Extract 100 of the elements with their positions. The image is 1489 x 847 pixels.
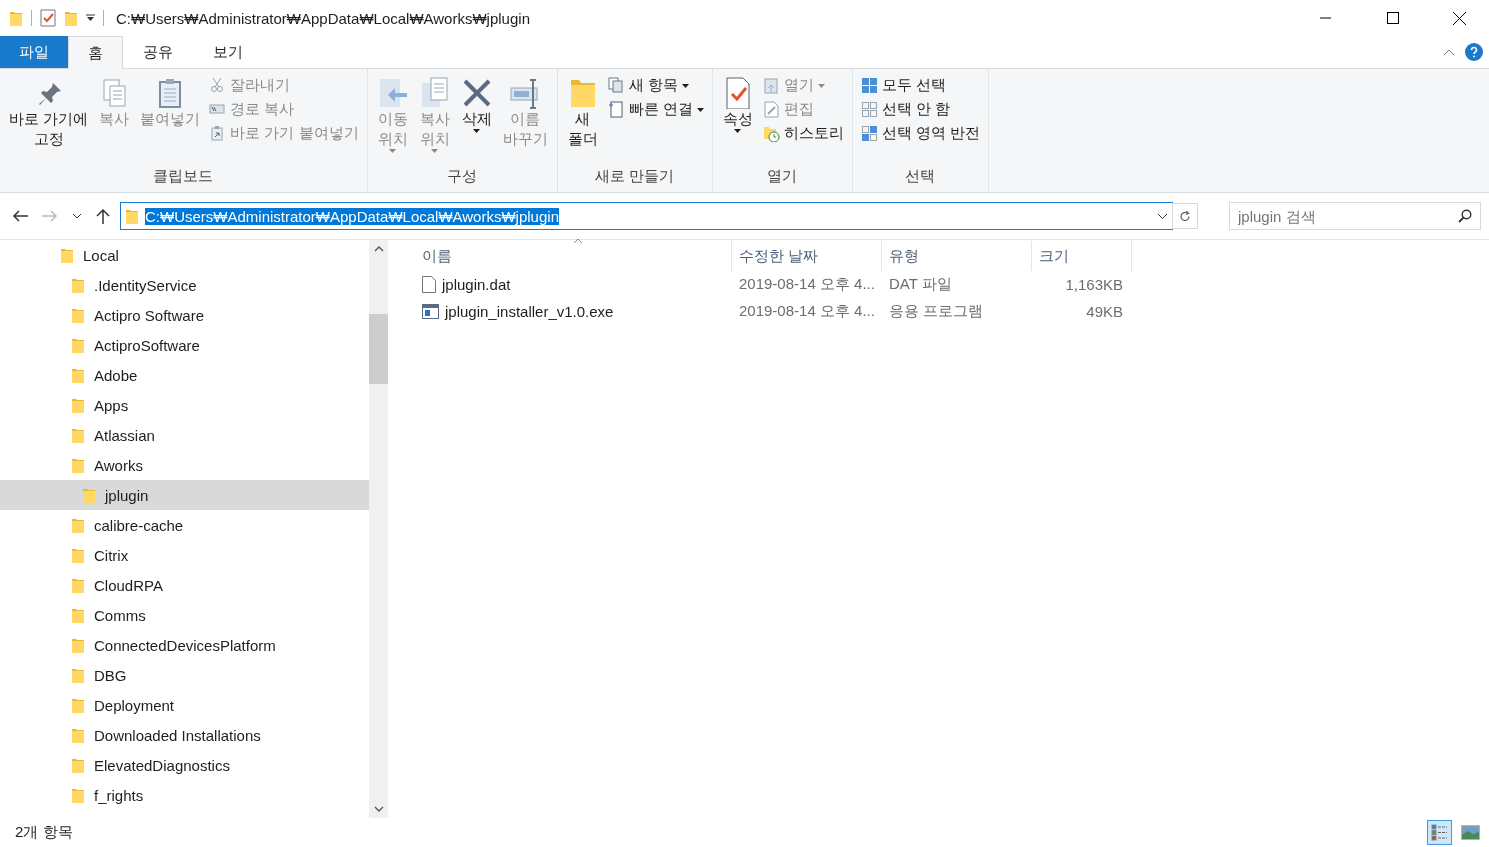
shortcut-icon	[607, 101, 625, 118]
group-label: 새로 만들기	[594, 166, 676, 186]
folder-tree-item[interactable]: Apps	[0, 390, 369, 420]
ribbon-tab[interactable]: 파일	[0, 36, 68, 68]
address-field[interactable]: C:₩Users₩Administrator₩AppData₩Local₩Aworks₩jplugin	[120, 202, 1173, 230]
folder-icon	[71, 636, 85, 654]
edit-icon	[762, 101, 780, 118]
folder-tree-item[interactable]: CloudRPA	[0, 570, 369, 600]
grid-icon	[860, 77, 878, 94]
size-cell-text: 1,163KB	[1064, 276, 1123, 293]
ribbon-tab[interactable]: 보기	[193, 36, 263, 68]
open-icon	[762, 77, 780, 94]
file-name[interactable]: jplugin_installer_v1.0.exe	[415, 303, 732, 320]
ribbon-button[interactable]: 모두 선택	[858, 75, 983, 96]
folder-icon	[71, 576, 85, 594]
folder-tree-item[interactable]: Atlassian	[0, 420, 369, 450]
folder-icon	[71, 546, 85, 564]
column-header[interactable]: 이름	[415, 241, 732, 271]
dropdown-icon[interactable]	[86, 14, 95, 22]
folder-icon	[71, 396, 85, 414]
folder-tree-item[interactable]: ElevatedDiagnostics	[0, 750, 369, 780]
scrollbar[interactable]	[369, 240, 388, 818]
folder-icon	[71, 756, 85, 774]
folder-tree-item[interactable]: Deployment	[0, 690, 369, 720]
group-label: 구성	[446, 166, 478, 186]
ribbon-button[interactable]: 선택 안 함	[858, 99, 983, 120]
ribbon-tab[interactable]: 홈	[68, 36, 123, 69]
folder-icon	[71, 336, 85, 354]
folder-tree-item[interactable]: Local	[0, 240, 369, 270]
folder-icon	[71, 276, 85, 294]
new-item-icon	[607, 77, 625, 94]
close-icon	[1453, 11, 1466, 25]
date-cell-text: 2019-08-14 오후 4...	[738, 275, 876, 294]
invert-grid-icon	[860, 125, 878, 142]
help-icon[interactable]	[1465, 43, 1483, 61]
grid-outline-icon	[860, 101, 878, 118]
ribbon-button[interactable]: 선택 영역 반전	[858, 123, 983, 144]
details-view-button[interactable]	[1427, 820, 1452, 845]
folder-tree-item[interactable]: f_rights	[0, 780, 369, 810]
chevron-down-icon[interactable]	[1157, 212, 1168, 220]
ribbon-button[interactable]: 새 항목	[605, 75, 706, 96]
folder-tree-item[interactable]: jplugin	[0, 480, 369, 510]
folder-icon	[64, 9, 78, 27]
column-header[interactable]: 크기	[1032, 241, 1132, 271]
folder-icon	[71, 666, 85, 684]
folder-icon	[71, 726, 85, 744]
folder-tree-item[interactable]: Adobe	[0, 360, 369, 390]
ribbon-button[interactable]: 새 폴더	[563, 73, 602, 164]
collapse-ribbon-icon[interactable]	[1443, 48, 1455, 56]
folder-icon	[71, 606, 85, 624]
ribbon-button[interactable]: 속성	[718, 73, 757, 164]
folder-icon	[9, 9, 23, 27]
maximize-icon	[1386, 12, 1399, 24]
search-field[interactable]: jplugin 검색	[1229, 202, 1481, 230]
rename-icon	[509, 77, 541, 109]
folder-icon	[82, 486, 96, 504]
column-header[interactable]: 수정한 날짜	[732, 241, 882, 271]
folder-icon	[125, 207, 139, 225]
folder-tree-item[interactable]: Actipro Software	[0, 300, 369, 330]
folder-tree-item[interactable]: calibre-cache	[0, 510, 369, 540]
refresh-icon	[1179, 208, 1191, 224]
folder-icon	[71, 786, 85, 804]
folder-tree-item[interactable]: Citrix	[0, 540, 369, 570]
ribbon-button[interactable]: 히스토리	[760, 123, 846, 144]
folder-tree-item[interactable]: ConnectedDevicesPlatform	[0, 630, 369, 660]
folder-tree-item[interactable]: Comms	[0, 600, 369, 630]
refresh-button[interactable]	[1172, 203, 1198, 229]
file-name[interactable]: jplugin.dat	[415, 276, 732, 293]
scrollbar-thumb[interactable]	[369, 314, 388, 384]
scroll-down-icon[interactable]	[373, 806, 384, 812]
search-icon[interactable]	[1458, 209, 1472, 223]
type-cell-text: DAT 파일	[888, 275, 953, 294]
folder-tree-item[interactable]: .IdentityService	[0, 270, 369, 300]
folder-icon	[71, 456, 85, 474]
folder-tree-item[interactable]: Aworks	[0, 450, 369, 480]
folder-icon	[60, 246, 74, 264]
column-header[interactable]: 유형	[882, 241, 1032, 271]
item-count: 2개 항목	[15, 823, 73, 842]
folder-icon	[71, 696, 85, 714]
ribbon-tab[interactable]: 공유	[123, 36, 193, 68]
minimize-icon	[1320, 17, 1331, 19]
application-icon	[422, 304, 439, 319]
folder-tree-item[interactable]: ActiproSoftware	[0, 330, 369, 360]
checklist-icon[interactable]	[40, 9, 56, 27]
ribbon-button[interactable]: 바로 가기에 고정	[6, 73, 92, 164]
scroll-up-icon[interactable]	[373, 246, 384, 252]
group-label: 열기	[766, 166, 799, 186]
group-label: 클립보드	[152, 166, 215, 186]
file-icon	[422, 276, 436, 293]
folder-icon	[71, 306, 85, 324]
window-title: C:₩Users₩Administrator₩AppData₩Local₩Aworks₩jplugin	[116, 9, 530, 27]
ribbon-button[interactable]: 삭제	[457, 73, 496, 164]
folder-tree-item[interactable]: Downloaded Installations	[0, 720, 369, 750]
type-cell-text: 응용 프로그램	[888, 302, 985, 321]
folder-icon	[71, 366, 85, 384]
size-cell-text: 49KB	[1085, 303, 1123, 320]
folder-tree-item[interactable]: DBG	[0, 660, 369, 690]
ribbon-button[interactable]: 빠른 연결	[605, 99, 706, 120]
chevron-down-icon	[72, 213, 82, 219]
sort-ascending-icon	[573, 238, 583, 244]
